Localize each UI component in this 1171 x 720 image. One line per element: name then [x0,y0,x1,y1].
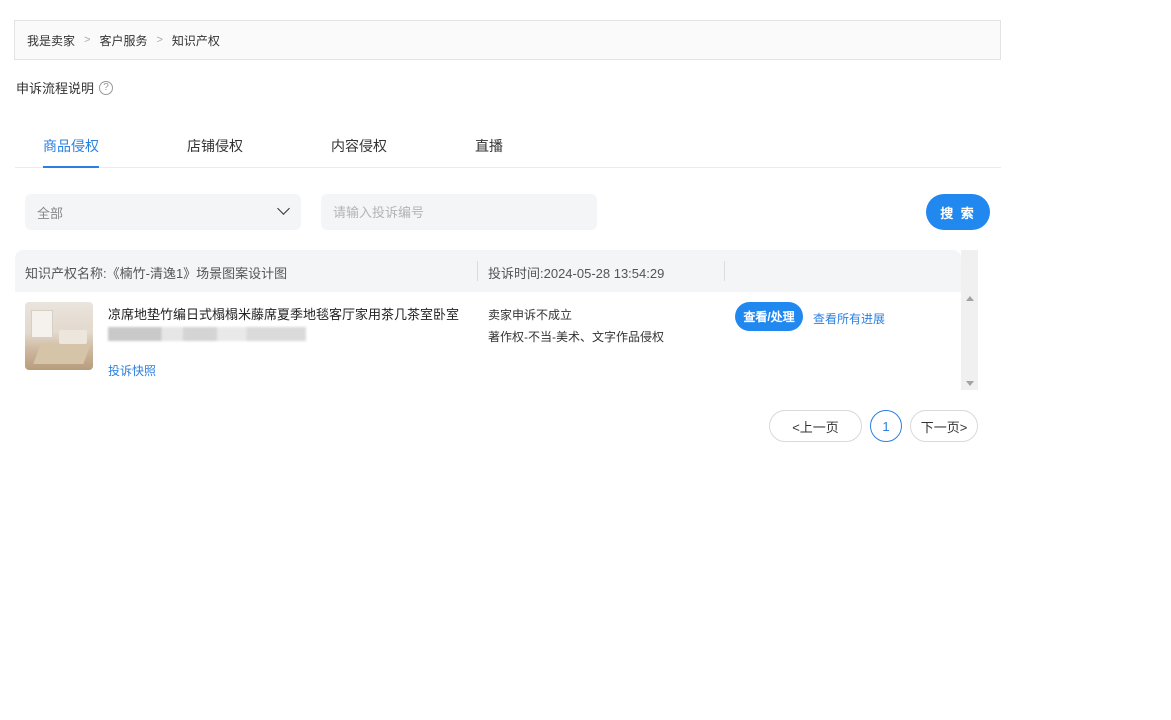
status-select[interactable]: 全部 [25,194,301,230]
ip-name-header: 知识产权名称:《楠竹-清逸1》场景图案设计图 [25,266,288,281]
scroll-down-arrow-icon[interactable] [966,381,974,386]
tab-content-infringement[interactable]: 内容侵权 [331,136,387,168]
thumbnail-sofa [59,330,87,344]
complaint-status: 卖家申诉不成立 [488,308,573,322]
scroll-up-arrow-icon[interactable] [966,296,974,301]
breadcrumb: 我是卖家 > 客户服务 > 知识产权 [14,20,1001,60]
breadcrumb-separator: > [156,34,163,46]
complaint-number-input[interactable] [321,194,597,230]
view-process-button[interactable]: 查看/处理 [735,302,803,331]
next-page-button[interactable]: 下一页> [910,410,978,442]
tab-product-infringement[interactable]: 商品侵权 [43,136,99,168]
appeal-process-label: 申诉流程说明 [16,81,95,96]
breadcrumb-item-seller[interactable]: 我是卖家 [27,32,75,49]
category-tabs: 商品侵权 店铺侵权 内容侵权 直播 [15,122,1001,168]
thumbnail-window [31,310,53,338]
breadcrumb-separator: > [84,34,91,46]
breadcrumb-item-customer-service[interactable]: 客户服务 [99,32,147,49]
scrollbar-header-strip [961,250,978,292]
breadcrumb-item-ip[interactable]: 知识产权 [172,32,220,49]
tab-live-stream[interactable]: 直播 [475,136,503,168]
table-header: 知识产权名称:《楠竹-清逸1》场景图案设计图 投诉时间:2024-05-28 1… [15,250,961,292]
complaint-snapshot-link[interactable]: 投诉快照 [108,362,156,379]
column-divider [724,261,725,281]
redacted-info [108,327,306,341]
complaint-reason: 著作权-不当-美术、文字作品侵权 [488,330,664,344]
column-divider [477,261,478,281]
table-row: 凉席地垫竹编日式榻榻米藤席夏季地毯客厅家用茶几茶室卧室 投诉快照 卖家申诉不成立… [15,292,961,390]
tab-store-infringement[interactable]: 店铺侵权 [187,136,243,168]
question-circle-icon[interactable]: ? [99,80,114,95]
product-thumbnail[interactable] [25,302,93,370]
product-title-link[interactable]: 凉席地垫竹编日式榻榻米藤席夏季地毯客厅家用茶几茶室卧室 [108,304,478,323]
complaint-time-header: 投诉时间:2024-05-28 13:54:29 [488,266,665,281]
status-select-value: 全部 [37,205,64,221]
chevron-down-icon [277,202,290,215]
page-number-button[interactable]: 1 [870,410,902,442]
thumbnail-rug [33,344,91,364]
view-all-progress-link[interactable]: 查看所有进展 [813,310,885,327]
appeal-process-help[interactable]: 申诉流程说明 ? [16,78,114,97]
prev-page-button[interactable]: <上一页 [769,410,862,442]
search-button[interactable]: 搜 索 [926,194,990,230]
vertical-scrollbar[interactable] [961,292,978,390]
